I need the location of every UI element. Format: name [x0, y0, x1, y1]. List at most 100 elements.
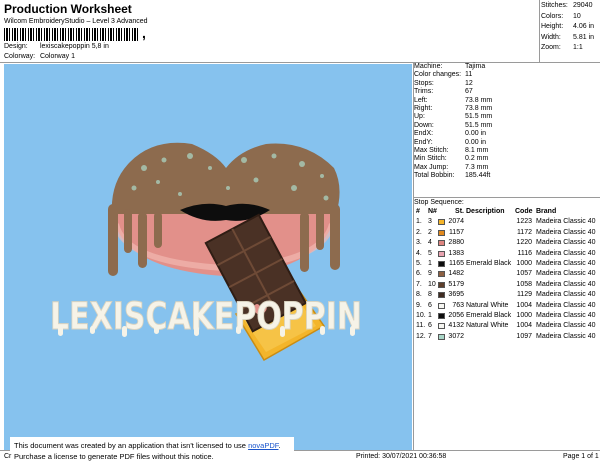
design-stats: Stitches: 29040 Colors: 10 Height: 4.06 in …	[541, 2, 599, 55]
stat-label: Colors:	[541, 12, 564, 20]
stop-index: 4.	[416, 249, 422, 257]
notice-text: .	[278, 441, 281, 450]
stop-row: 1. 3 2074 1223 Madeira Classic 40	[414, 218, 600, 228]
machine-info: Machine: Tajima Color changes: 11 Stops: 12…	[414, 63, 598, 180]
stop-row: 6. 9 1482 1057 Madeira Classic 40	[414, 270, 600, 280]
thread-brand: Madeira Classic 40	[536, 280, 596, 288]
stitch-count: 1157	[448, 228, 464, 236]
machine-row: Max Stitch: 8.1 mm	[414, 147, 598, 155]
stitch-count: 3072	[448, 332, 464, 340]
stop-index: 9.	[416, 301, 422, 309]
machine-row: EndY: 0.00 in	[414, 139, 598, 147]
stat-row: Zoom: 1:1	[541, 44, 599, 55]
thread-brand: Madeira Classic 40	[536, 311, 596, 319]
stitch-count: 1383	[448, 249, 464, 257]
upper-lip	[111, 142, 340, 214]
design-label: Design:	[4, 43, 28, 50]
design-lettering: LEXISCAKEPOPPIN	[50, 295, 362, 338]
machine-label: Total Bobbin:	[414, 172, 455, 180]
thread-code: 1220	[516, 239, 532, 247]
thread-brand: Madeira Classic 40	[536, 228, 596, 236]
stitch-count: 1482	[448, 270, 464, 278]
stat-label: Height:	[541, 23, 564, 30]
thread-color-swatch	[438, 281, 445, 288]
machine-label: EndY:	[414, 138, 433, 146]
thread-code: 1000	[516, 259, 532, 267]
thread-brand: Madeira Classic 40	[536, 239, 596, 247]
col-header-stitches: St.	[455, 208, 464, 215]
stop-index: 8.	[416, 291, 422, 299]
colorway-row: Colorway: Colorway 1	[4, 53, 75, 60]
needle-number: 8	[428, 291, 432, 299]
stat-value: 29040	[573, 2, 593, 9]
col-header-num: #	[416, 208, 420, 215]
notice-line-1: This document was created by an applicat…	[14, 440, 290, 451]
needle-number: 6	[428, 322, 432, 330]
stitch-count: 1165	[448, 259, 464, 267]
machine-row: Up: 51.5 mm	[414, 113, 598, 121]
stitch-count: 5179	[448, 280, 464, 288]
stop-row: 12. 7 3072 1097 Madeira Classic 40	[414, 333, 600, 343]
machine-value: 67	[465, 88, 473, 96]
stop-row: 10. 1 2056 Emerald Black 1000 Madeira Classic…	[414, 312, 600, 322]
machine-row: Stops: 12	[414, 80, 598, 88]
machine-row: Max Jump: 7.3 mm	[414, 164, 598, 172]
machine-value: 185.44ft	[465, 172, 491, 180]
design-preview: LEXISCAKEPOPPIN	[4, 64, 412, 450]
stitch-count: 763	[452, 301, 464, 309]
col-header-brand: Brand	[536, 208, 557, 215]
stat-value: 10	[573, 12, 581, 20]
needle-number: 9	[428, 270, 432, 278]
needle-number: 4	[428, 239, 432, 247]
page-title: Production Worksheet	[4, 2, 132, 16]
machine-value: 7.3 mm	[465, 163, 489, 171]
stat-row: Colors: 10	[541, 13, 599, 24]
machine-row: Right: 73.8 mm	[414, 105, 598, 113]
thread-brand: Madeira Classic 40	[536, 218, 596, 226]
machine-row: EndX: 0.00 in	[414, 130, 598, 138]
design-row: Design: lexiscakepoppin 5,8 in	[4, 43, 109, 50]
colorway-value: Colorway 1	[39, 53, 75, 60]
machine-value: 51.5 mm	[465, 113, 493, 121]
machine-row: Down: 51.5 mm	[414, 122, 598, 130]
thread-color-swatch	[438, 302, 445, 309]
stitch-count: 2074	[448, 218, 464, 226]
thread-code: 1129	[516, 291, 532, 299]
thread-color-swatch	[438, 240, 445, 247]
stitch-count: 4132	[448, 322, 464, 330]
novapdf-link[interactable]: novaPDF	[248, 441, 278, 450]
colorway-label: Colorway:	[4, 53, 36, 60]
stop-row: 3. 4 2880 1220 Madeira Classic 40	[414, 239, 600, 249]
machine-value: 0.00 in	[465, 130, 487, 138]
machine-value: 51.5 mm	[465, 121, 493, 129]
thread-code: 1097	[516, 332, 532, 340]
machine-value: 11	[465, 71, 473, 79]
machine-label: Left:	[414, 96, 428, 104]
machine-label: Up:	[414, 113, 425, 121]
design-artwork: LEXISCAKEPOPPIN	[50, 142, 363, 362]
thread-color-swatch	[438, 260, 445, 267]
machine-value: 12	[465, 79, 473, 87]
thread-color-swatch	[438, 312, 445, 319]
worksheet-header: Production Worksheet Wilcom EmbroiderySt…	[0, 0, 540, 64]
thread-brand: Madeira Classic 40	[536, 249, 596, 257]
stop-index: 3.	[416, 239, 422, 247]
license-notice: This document was created by an applicat…	[10, 437, 294, 461]
stop-index: 12.	[416, 332, 426, 340]
col-header-needle: N#	[428, 208, 437, 215]
thread-brand: Madeira Classic 40	[536, 301, 596, 309]
stop-row: 11. 6 4132 Natural White 1004 Madeira Classic…	[414, 322, 600, 332]
thread-code: 1172	[516, 228, 532, 236]
stat-value: 4.06 in	[573, 23, 595, 30]
footer-printed-date: Printed: 30/07/2021 00:36:58	[356, 453, 447, 460]
thread-color-swatch	[438, 219, 445, 226]
stop-row: 2. 2 1157 1172 Madeira Classic 40	[414, 229, 600, 239]
stitch-count: 3695	[448, 291, 464, 299]
machine-label: Trims:	[414, 88, 434, 96]
thread-code: 1057	[516, 270, 532, 278]
needle-number: 5	[428, 249, 432, 257]
stat-value: 5.81 in	[573, 33, 595, 41]
divider	[539, 0, 540, 62]
thread-description: Emerald Black	[466, 311, 512, 319]
stop-sequence: Stop Sequence: # N# St. Description Code…	[414, 199, 600, 343]
